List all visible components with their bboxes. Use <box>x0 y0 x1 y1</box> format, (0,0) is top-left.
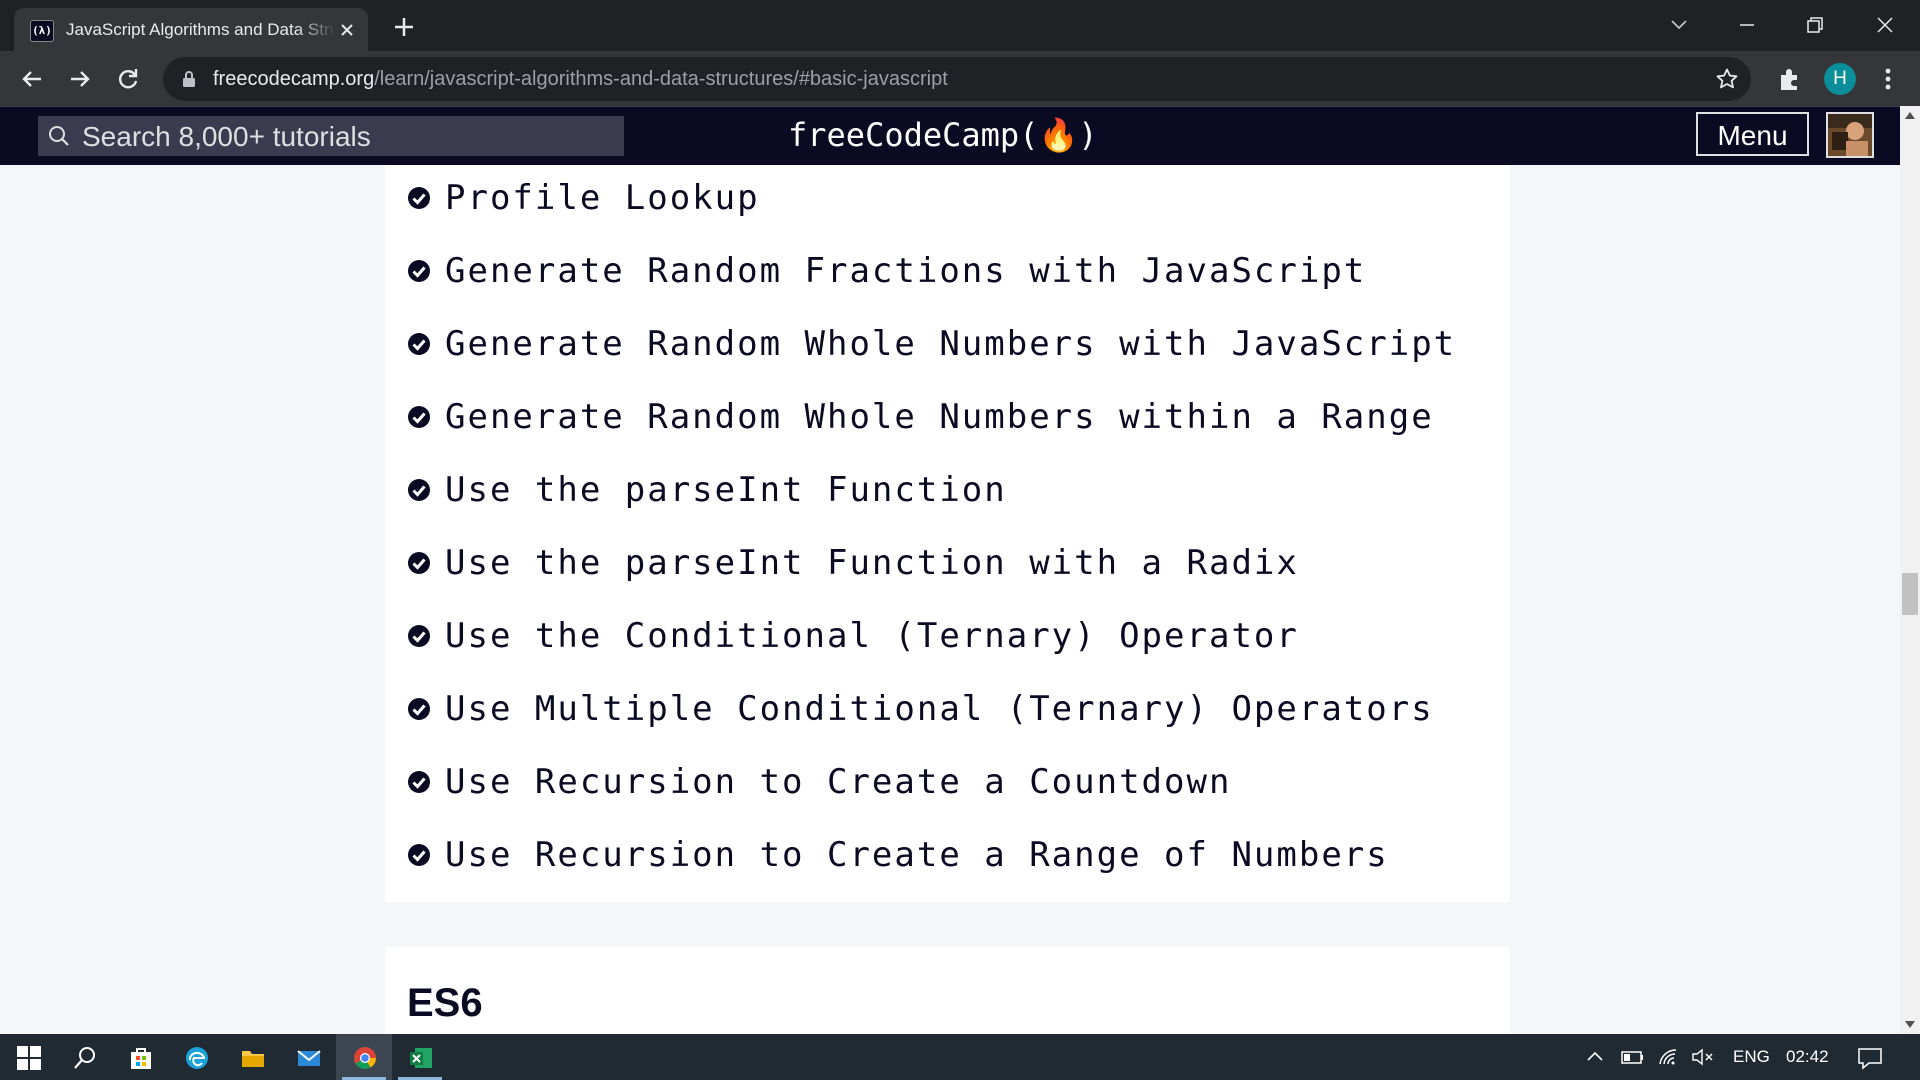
volume-muted-icon[interactable] <box>1690 1046 1716 1068</box>
menu-button[interactable]: Menu <box>1696 112 1809 156</box>
search-icon <box>49 126 69 146</box>
lesson-title: Use Recursion to Create a Countdown <box>445 762 1232 802</box>
lesson-title: Generate Random Fractions with JavaScrip… <box>445 251 1367 291</box>
lesson-item[interactable]: Generate Random Whole Numbers within a R… <box>407 387 1434 447</box>
completed-check-icon <box>408 187 430 209</box>
site-navbar: Search 8,000+ tutorials freeCodeCamp(🔥) … <box>0 106 1900 165</box>
taskbar-mail[interactable] <box>280 1034 336 1080</box>
taskbar-excel[interactable] <box>392 1034 448 1080</box>
scrollbar-thumb[interactable] <box>1902 573 1918 615</box>
lesson-title: Use Multiple Conditional (Ternary) Opera… <box>445 689 1434 729</box>
tab-title: JavaScript Algorithms and Data Structure… <box>66 20 336 39</box>
excel-icon <box>410 1048 432 1068</box>
reload-icon[interactable] <box>112 63 144 95</box>
completed-check-icon <box>408 260 430 282</box>
user-avatar[interactable] <box>1826 112 1874 158</box>
back-arrow-icon[interactable] <box>16 63 48 95</box>
folder-icon <box>242 1051 264 1067</box>
more-options-icon[interactable] <box>1876 65 1900 93</box>
page-content: Profile Lookup Generate Random Fractions… <box>0 165 1900 1034</box>
extensions-puzzle-icon[interactable] <box>1776 65 1804 93</box>
completed-check-icon <box>408 698 430 720</box>
start-button[interactable] <box>0 1034 56 1080</box>
search-input[interactable]: Search 8,000+ tutorials <box>38 116 624 156</box>
browser-tab[interactable]: (λ) JavaScript Algorithms and Data Struc… <box>14 8 368 51</box>
scroll-down-arrow-icon[interactable] <box>1904 1020 1916 1030</box>
completed-check-icon <box>408 333 430 355</box>
tab-search-chevron-icon[interactable] <box>1664 10 1694 40</box>
search-icon <box>74 1047 95 1069</box>
lesson-item[interactable]: Use the parseInt Function with a Radix <box>407 533 1299 593</box>
completed-check-icon <box>408 844 430 866</box>
taskbar-search-button[interactable] <box>56 1034 112 1080</box>
browser-tab-strip: (λ) JavaScript Algorithms and Data Struc… <box>0 0 1920 51</box>
lesson-title: Use the parseInt Function with a Radix <box>445 543 1299 583</box>
taskbar-chrome[interactable] <box>336 1034 392 1080</box>
completed-check-icon <box>408 479 430 501</box>
taskbar-file-explorer[interactable] <box>224 1034 280 1080</box>
minimize-icon[interactable] <box>1732 10 1762 40</box>
completed-check-icon <box>408 406 430 428</box>
lock-icon[interactable] <box>181 70 197 88</box>
windows-taskbar: ENG 02:42 <box>0 1034 1920 1080</box>
lesson-item[interactable]: Use Recursion to Create a Countdown <box>407 752 1231 812</box>
lesson-item[interactable]: Use the Conditional (Ternary) Operator <box>407 606 1299 666</box>
lesson-item[interactable]: Use Multiple Conditional (Ternary) Opera… <box>407 679 1434 739</box>
superblock-section: ES6 <box>385 947 1510 1034</box>
close-window-icon[interactable] <box>1870 10 1900 40</box>
search-placeholder: Search 8,000+ tutorials <box>82 121 371 152</box>
notifications-icon[interactable] <box>1856 1046 1884 1070</box>
lesson-title: Use Recursion to Create a Range of Numbe… <box>445 835 1389 875</box>
lesson-item[interactable]: Use Recursion to Create a Range of Numbe… <box>407 825 1389 885</box>
taskbar-store[interactable] <box>112 1034 168 1080</box>
lesson-title: Generate Random Whole Numbers within a R… <box>445 397 1434 437</box>
forward-arrow-icon[interactable] <box>64 63 96 95</box>
windows-logo-icon <box>17 1046 41 1070</box>
lesson-title: Generate Random Whole Numbers with JavaS… <box>445 324 1457 364</box>
url-text[interactable]: freecodecamp.org/learn/javascript-algori… <box>213 67 948 91</box>
scroll-up-arrow-icon[interactable] <box>1904 110 1916 120</box>
profile-avatar[interactable]: H <box>1824 63 1856 95</box>
lesson-title: Profile Lookup <box>445 178 760 218</box>
mail-icon <box>297 1050 321 1066</box>
completed-check-icon <box>408 552 430 574</box>
battery-icon[interactable] <box>1620 1046 1646 1068</box>
store-icon <box>131 1048 151 1069</box>
show-hidden-icons-chevron-icon[interactable] <box>1584 1046 1606 1068</box>
page-scrollbar[interactable] <box>1900 106 1920 1034</box>
lesson-item[interactable]: Profile Lookup <box>407 168 760 228</box>
lesson-title: Use the Conditional (Ternary) Operator <box>445 616 1299 656</box>
close-tab-icon[interactable] <box>336 19 358 41</box>
lesson-item[interactable]: Generate Random Fractions with JavaScrip… <box>407 241 1366 301</box>
lesson-item[interactable]: Generate Random Whole Numbers with JavaS… <box>407 314 1456 374</box>
wifi-icon[interactable] <box>1656 1046 1682 1068</box>
new-tab-icon[interactable] <box>390 13 418 41</box>
completed-check-icon <box>408 625 430 647</box>
system-clock[interactable]: 02:42 <box>1786 1047 1829 1067</box>
completed-check-icon <box>408 771 430 793</box>
lesson-title: Use the parseInt Function <box>445 470 1007 510</box>
superblock-lesson-list: Profile Lookup Generate Random Fractions… <box>385 165 1510 902</box>
lesson-item[interactable]: Use the parseInt Function <box>407 460 1007 520</box>
address-bar[interactable]: freecodecamp.org/learn/javascript-algori… <box>163 57 1751 101</box>
section-heading[interactable]: ES6 <box>407 981 483 1026</box>
chrome-icon <box>354 1047 376 1069</box>
favicon-icon: (λ) <box>30 20 54 42</box>
edge-icon <box>186 1047 208 1069</box>
site-logo[interactable]: freeCodeCamp(🔥) <box>788 115 1098 155</box>
browser-toolbar: freecodecamp.org/learn/javascript-algori… <box>0 51 1920 106</box>
bookmark-star-icon[interactable] <box>1715 67 1739 91</box>
user-avatar-image <box>1828 114 1872 156</box>
language-indicator[interactable]: ENG <box>1733 1047 1770 1067</box>
taskbar-edge[interactable] <box>168 1034 224 1080</box>
restore-icon[interactable] <box>1800 10 1830 40</box>
